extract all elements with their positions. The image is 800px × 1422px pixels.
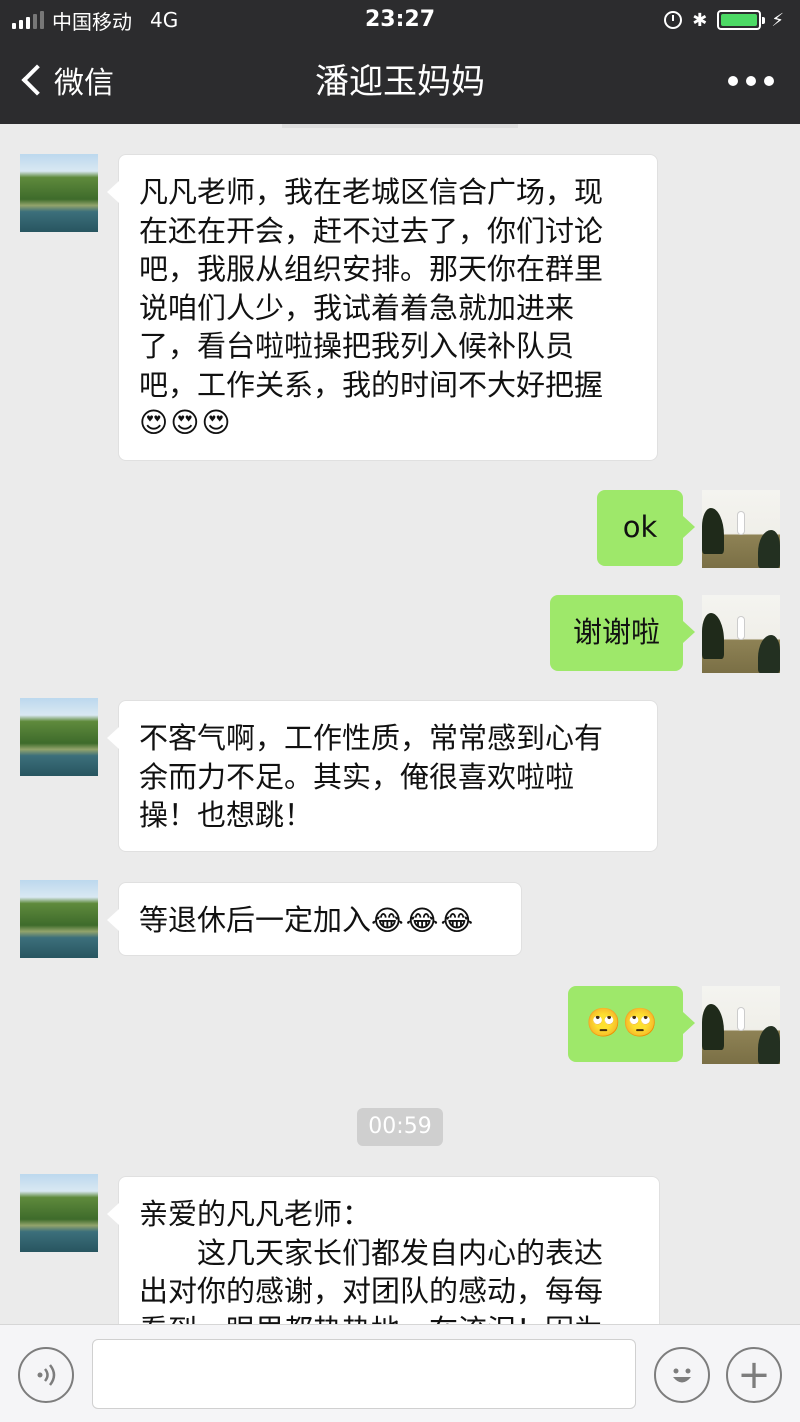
- self-avatar[interactable]: [702, 986, 780, 1064]
- message-line: 凡凡老师，我在老城区信合广场，现: [139, 175, 604, 209]
- status-right: ✱ ⚡: [664, 6, 784, 34]
- carrier-name: 中国移动: [52, 9, 132, 34]
- timestamp-chip: 00:59: [357, 1108, 443, 1146]
- contact-avatar[interactable]: [20, 154, 98, 232]
- chat-area[interactable]: 凡凡老师，我在老城区信合广场，现 在还在开会，赶不过去了，你们讨论 吧，我服从组…: [0, 124, 800, 1324]
- tears-of-joy-emoji: 😂😂😂: [371, 904, 476, 937]
- heart-eyes-emoji: 😍😍😍: [139, 406, 233, 439]
- input-bar: +: [0, 1324, 800, 1422]
- message-bubble[interactable]: 不客气啊，工作性质，常常感到心有 余而力不足。其实，俺很喜欢啦啦 操！也想跳！: [107, 700, 658, 852]
- network-type: 4G: [150, 8, 179, 32]
- message-line: 看到，眼里都热热地，在流泪！因为: [139, 1311, 639, 1325]
- status-left: 中国移动 4G: [12, 6, 178, 34]
- message-line: 出对你的感谢，对团队的感动，每每: [139, 1274, 604, 1308]
- contact-avatar[interactable]: [20, 880, 98, 958]
- chevron-left-icon: [21, 64, 53, 96]
- message-text: 谢谢啦: [572, 615, 660, 649]
- message-line: 余而力不足。其实，俺很喜欢啦啦: [139, 759, 575, 794]
- message-text: ok: [622, 510, 658, 544]
- status-bar: 中国移动 4G 23:27 ✱ ⚡: [0, 0, 800, 40]
- charging-icon: ⚡: [771, 9, 784, 31]
- message-line: 说咱们人少，我试着着急就加进来: [139, 290, 575, 325]
- contact-avatar[interactable]: [20, 1174, 98, 1252]
- contact-avatar[interactable]: [20, 698, 98, 776]
- back-label: 微信: [54, 66, 114, 101]
- back-button[interactable]: 微信: [16, 58, 114, 102]
- plus-icon[interactable]: +: [726, 1347, 782, 1403]
- message-line: 这几天家长们都发自内心的表达: [139, 1235, 604, 1270]
- signal-strength-icon: [12, 11, 44, 29]
- message-line: 不客气啊，工作性质，常常感到心有: [139, 721, 604, 755]
- message-bubble[interactable]: 🙄🙄: [568, 986, 695, 1062]
- battery-icon: [717, 10, 766, 30]
- message-line: 亲爱的凡凡老师：: [139, 1197, 372, 1231]
- message-line: 了，看台啦啦操把我列入候补队员: [139, 329, 575, 363]
- message-bubble[interactable]: 亲爱的凡凡老师： 这几天家长们都发自内心的表达 出对你的感谢，对团队的感动，每每…: [107, 1176, 660, 1325]
- smiley-icon[interactable]: [654, 1347, 710, 1403]
- bluetooth-icon: ✱: [692, 9, 708, 31]
- message-line: 吧，工作关系，我的时间不大好把握: [139, 367, 604, 402]
- message-text: 等退休后一定加入: [139, 903, 372, 937]
- voice-waves-icon: [37, 1364, 56, 1386]
- chat-title: 潘迎玉妈妈: [315, 62, 485, 102]
- message-bubble[interactable]: 谢谢啦: [550, 595, 695, 671]
- self-avatar[interactable]: [702, 490, 780, 568]
- eye-roll-emoji: 🙄🙄: [586, 1006, 660, 1039]
- message-bubble[interactable]: ok: [597, 490, 695, 566]
- message-bubble[interactable]: 等退休后一定加入😂😂😂: [107, 882, 522, 956]
- top-header: 中国移动 4G 23:27 ✱ ⚡ 微信 潘迎玉妈妈: [0, 0, 800, 124]
- self-avatar[interactable]: [702, 595, 780, 673]
- message-line: 在还在开会，赶不过去了，你们讨论: [139, 213, 604, 248]
- voice-icon[interactable]: [18, 1347, 74, 1403]
- nav-bar: 微信 潘迎玉妈妈: [0, 40, 800, 124]
- message-bubble[interactable]: 凡凡老师，我在老城区信合广场，现 在还在开会，赶不过去了，你们讨论 吧，我服从组…: [107, 154, 658, 461]
- smiley-face-icon: [673, 1368, 691, 1383]
- alarm-icon: [664, 11, 683, 29]
- ellipsis-icon[interactable]: [728, 76, 774, 86]
- message-line: 吧，我服从组织安排。那天你在群里: [139, 252, 604, 286]
- message-line: 操！也想跳！: [139, 798, 314, 832]
- message-input[interactable]: [92, 1339, 636, 1409]
